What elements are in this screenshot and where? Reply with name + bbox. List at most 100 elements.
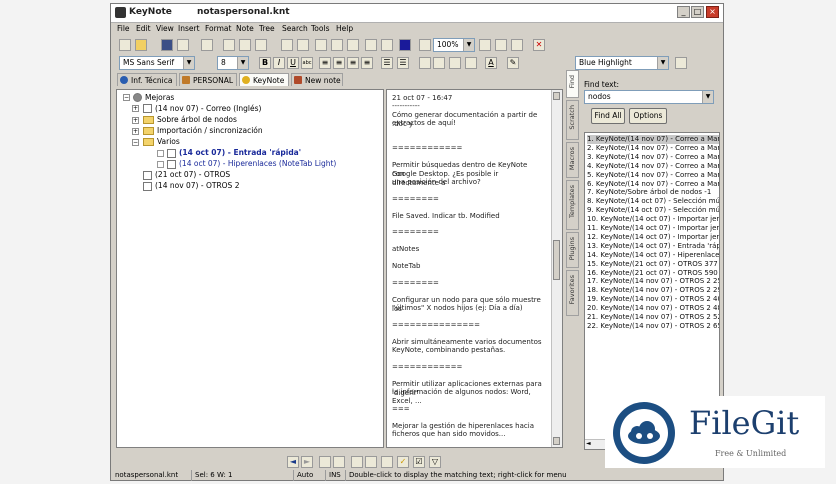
result-item[interactable]: 10. KeyNote/(14 oct 07) - Importar jerar… xyxy=(587,215,719,224)
undo-icon[interactable] xyxy=(281,39,293,51)
save-icon[interactable] xyxy=(161,39,173,51)
result-item[interactable]: 12. KeyNote/(14 oct 07) - Importar jerar… xyxy=(587,233,719,242)
result-item[interactable]: 4. KeyNote/(14 nov 07) - Correo a Marek … xyxy=(587,162,719,171)
color-square-icon[interactable] xyxy=(399,39,411,51)
scroll-left-arrow[interactable]: ◄ xyxy=(586,440,591,447)
edit-note-icon[interactable] xyxy=(347,39,359,51)
tree-node[interactable]: Varios xyxy=(157,137,180,146)
justify-icon[interactable]: ≡ xyxy=(361,57,373,69)
indent-icon[interactable] xyxy=(433,57,445,69)
options-button[interactable]: Options xyxy=(629,108,667,124)
insert-date-icon[interactable] xyxy=(315,39,327,51)
rtab-favorites[interactable]: Favorites xyxy=(566,270,579,316)
note-editor[interactable]: 21 oct 07 - 16:47 ----------- Cómo generar… xyxy=(386,89,563,448)
delete-x-icon[interactable]: ✕ xyxy=(533,39,545,51)
result-item[interactable]: 7. KeyNote/Sobre árbol de nodos -1 xyxy=(587,188,711,197)
scroll-thumb[interactable] xyxy=(553,240,560,280)
menu-insert[interactable]: Insert xyxy=(178,24,200,33)
maximize-button[interactable]: □ xyxy=(691,6,704,18)
node-checkbox[interactable] xyxy=(157,161,164,168)
view-resource-icon[interactable] xyxy=(495,39,507,51)
tab-inf-tecnica[interactable]: Inf. Técnica xyxy=(117,73,177,86)
menu-help[interactable]: Help xyxy=(336,24,353,33)
italic-icon[interactable]: I xyxy=(273,57,285,69)
expand-icon[interactable]: + xyxy=(132,105,139,112)
size-select[interactable]: 8 ▼ xyxy=(217,56,249,70)
font-style-icon[interactable] xyxy=(419,39,431,51)
result-item[interactable]: 19. KeyNote/(14 nov 07) - OTROS 2 408 xyxy=(587,295,719,304)
find-input[interactable]: nodos ▼ xyxy=(584,90,714,104)
minimize-button[interactable]: _ xyxy=(677,6,690,18)
forward-arrow-icon[interactable]: ► xyxy=(301,456,313,468)
node-checkbox[interactable] xyxy=(157,150,164,157)
tree-node[interactable]: (14 oct 07) - Hiperenlaces (NoteTab Ligh… xyxy=(179,159,336,168)
bold-icon[interactable]: B xyxy=(259,57,271,69)
result-item[interactable]: 17. KeyNote/(14 nov 07) - OTROS 2 256 xyxy=(587,277,719,286)
tab-keynote[interactable]: KeyNote xyxy=(239,73,289,86)
outdent-icon[interactable] xyxy=(419,57,431,69)
result-item[interactable]: 16. KeyNote/(21 oct 07) - OTROS 590 xyxy=(587,269,718,278)
tree-node[interactable]: (14 nov 07) - OTROS 2 xyxy=(155,181,239,190)
highlight-select[interactable]: Blue Highlight ▼ xyxy=(575,56,669,70)
insert-image-icon[interactable] xyxy=(331,39,343,51)
tree-left-icon[interactable] xyxy=(351,456,363,468)
tree-node[interactable]: (14 nov 07) - Correo (Inglés) xyxy=(155,104,261,113)
align-left-icon[interactable]: ≡ xyxy=(319,57,331,69)
rtab-plugins[interactable]: Plugins xyxy=(566,232,579,268)
tree-node[interactable]: Sobre árbol de nodos xyxy=(157,115,237,124)
highlight-color-icon[interactable]: ✎ xyxy=(507,57,519,69)
menu-tree[interactable]: Tree xyxy=(259,24,275,33)
find-binoculars-icon[interactable] xyxy=(365,39,377,51)
print-icon[interactable] xyxy=(201,39,213,51)
paste-icon[interactable] xyxy=(255,39,267,51)
hide-checked-icon[interactable]: ✓ xyxy=(397,456,409,468)
tree-right-icon[interactable] xyxy=(365,456,377,468)
replace-icon[interactable] xyxy=(381,39,393,51)
tree-node[interactable]: Importación / sincronización xyxy=(157,126,263,135)
cut-icon[interactable] xyxy=(223,39,235,51)
expand-icon[interactable]: + xyxy=(132,128,139,135)
tree-sort-icon[interactable] xyxy=(381,456,393,468)
result-item[interactable]: 21. KeyNote/(14 nov 07) - OTROS 2 529 xyxy=(587,313,719,322)
rtab-scratch[interactable]: Scratch xyxy=(566,100,579,140)
result-item[interactable]: 5. KeyNote/(14 nov 07) - Correo a Marek … xyxy=(587,171,719,180)
result-item[interactable]: 15. KeyNote/(21 oct 07) - OTROS 377 xyxy=(587,260,718,269)
tree-node-selected[interactable]: (14 oct 07) - Entrada 'rápida' xyxy=(179,148,301,157)
font-select[interactable]: MS Sans Serif ▼ xyxy=(119,56,195,70)
style-apply-icon[interactable] xyxy=(675,57,687,69)
new-file-icon[interactable] xyxy=(119,39,131,51)
scroll-up-arrow[interactable] xyxy=(553,92,560,100)
result-item[interactable]: 20. KeyNote/(14 nov 07) - OTROS 2 481 xyxy=(587,304,719,313)
strikethrough-icon[interactable]: abc xyxy=(301,57,313,69)
menu-view[interactable]: View xyxy=(156,24,174,33)
fit-window-icon[interactable] xyxy=(479,39,491,51)
result-item[interactable]: 1. KeyNote/(14 nov 07) - Correo a Marek … xyxy=(587,135,719,144)
open-folder-icon[interactable] xyxy=(135,39,147,51)
new-note-icon[interactable] xyxy=(177,39,189,51)
rtab-macros[interactable]: Macros xyxy=(566,142,579,178)
menu-note[interactable]: Note xyxy=(236,24,254,33)
result-item[interactable]: 11. KeyNote/(14 oct 07) - Importar jerar… xyxy=(587,224,719,233)
menu-file[interactable]: File xyxy=(117,24,130,33)
tab-personal[interactable]: PERSONAL xyxy=(179,73,237,86)
tree-down-icon[interactable] xyxy=(333,456,345,468)
bullets-icon[interactable]: ☰ xyxy=(381,57,393,69)
menu-search[interactable]: Search xyxy=(282,24,308,33)
result-item[interactable]: 22. KeyNote/(14 nov 07) - OTROS 2 655 xyxy=(587,322,719,331)
result-item[interactable]: 13. KeyNote/(14 oct 07) - Entrada 'rápid… xyxy=(587,242,719,251)
editor-scrollbar[interactable] xyxy=(551,90,562,447)
tree-node[interactable]: (21 oct 07) - OTROS xyxy=(155,170,230,179)
tree-panel-icon[interactable] xyxy=(511,39,523,51)
tab-new-note[interactable]: New note xyxy=(291,73,343,86)
collapse-icon[interactable]: − xyxy=(132,139,139,146)
result-item[interactable]: 6. KeyNote/(14 nov 07) - Correo a Marek … xyxy=(587,180,719,189)
underline-icon[interactable]: U xyxy=(287,57,299,69)
close-button[interactable]: × xyxy=(706,6,719,18)
result-item[interactable]: 9. KeyNote/(14 oct 07) - Selección múlti… xyxy=(587,206,719,215)
align-right-icon[interactable]: ≡ xyxy=(347,57,359,69)
menu-format[interactable]: Format xyxy=(205,24,231,33)
find-all-button[interactable]: Find All xyxy=(591,108,625,124)
collapse-icon[interactable]: − xyxy=(123,94,130,101)
result-item[interactable]: 3. KeyNote/(14 nov 07) - Correo a Marek … xyxy=(587,153,719,162)
back-arrow-icon[interactable]: ◄ xyxy=(287,456,299,468)
